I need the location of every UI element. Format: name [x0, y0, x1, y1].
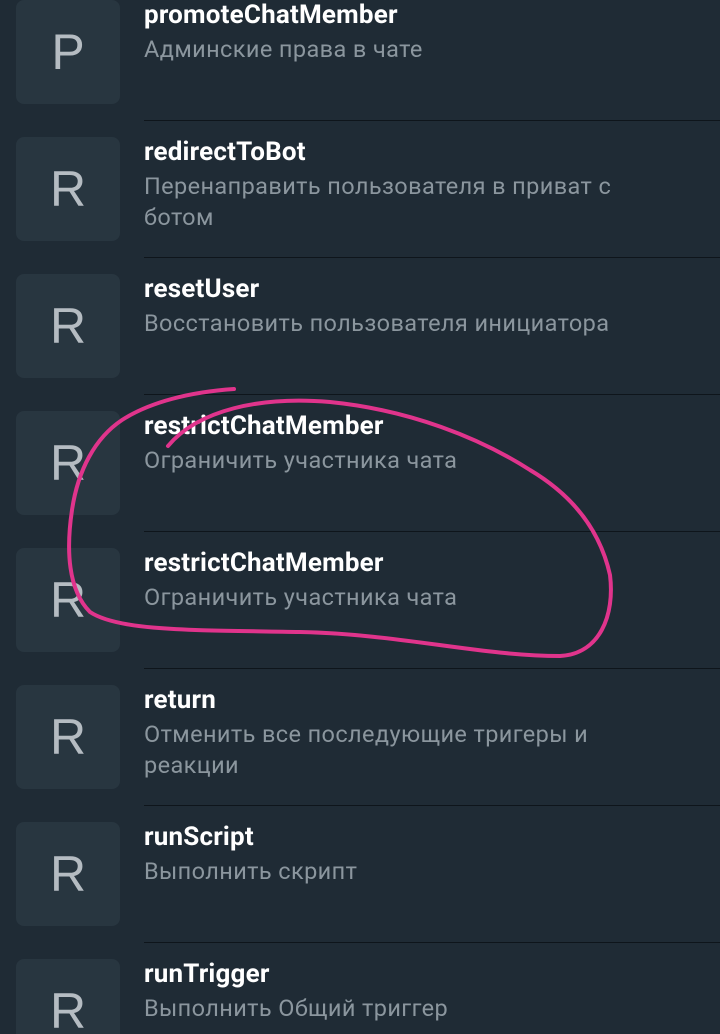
avatar: R	[16, 685, 120, 789]
avatar: R	[16, 548, 120, 652]
item-texts: redirectToBot Перенаправить пользователя…	[144, 135, 680, 233]
item-title: return	[144, 685, 216, 715]
list-item-run-script[interactable]: R runScript Выполнить скрипт	[0, 806, 720, 943]
item-title: restrictChatMember	[144, 411, 384, 441]
item-title: restrictChatMember	[144, 548, 384, 578]
item-texts: promoteChatMember Админские права в чате	[144, 0, 680, 65]
item-texts: restrictChatMember Ограничить участника …	[144, 546, 680, 613]
item-title: resetUser	[144, 274, 260, 304]
command-list: P promoteChatMember Админские права в ча…	[0, 0, 720, 1034]
item-texts: runScript Выполнить скрипт	[144, 820, 680, 887]
list-item-redirect-to-bot[interactable]: R redirectToBot Перенаправить пользовате…	[0, 121, 720, 258]
item-subtitle: Перенаправить пользователя в приват с бо…	[144, 172, 612, 231]
command-list-screen: P promoteChatMember Админские права в ча…	[0, 0, 720, 1034]
item-subtitle: Ограничить участника чата	[144, 583, 458, 611]
list-item-reset-user[interactable]: R resetUser Восстановить пользователя ин…	[0, 258, 720, 395]
item-subtitle: Выполнить Общий триггер	[144, 994, 449, 1022]
avatar-letter: R	[49, 435, 87, 491]
list-item-restrict-chat-member[interactable]: R restrictChatMember Ограничить участник…	[0, 395, 720, 532]
item-subtitle: Восстановить пользователя инициатора	[144, 309, 610, 337]
avatar-letter: R	[49, 298, 87, 354]
avatar-letter: P	[51, 24, 85, 80]
avatar: R	[16, 959, 120, 1034]
avatar: R	[16, 822, 120, 926]
item-subtitle: Ограничить участника чата	[144, 446, 458, 474]
avatar: R	[16, 411, 120, 515]
avatar-letter: R	[49, 572, 87, 628]
item-title: runTrigger	[144, 959, 270, 989]
avatar-letter: R	[49, 983, 87, 1034]
avatar-letter: R	[49, 161, 87, 217]
item-subtitle: Админские права в чате	[144, 35, 423, 63]
item-title: promoteChatMember	[144, 0, 398, 30]
avatar-letter: R	[49, 846, 87, 902]
item-texts: restrictChatMember Ограничить участника …	[144, 409, 680, 476]
list-item-promote-chat-member[interactable]: P promoteChatMember Админские права в ча…	[0, 0, 720, 121]
list-item-return[interactable]: R return Отменить все последующие тригер…	[0, 669, 720, 806]
avatar: R	[16, 137, 120, 241]
avatar: P	[16, 0, 120, 104]
item-title: runScript	[144, 822, 254, 852]
item-texts: resetUser Восстановить пользователя иниц…	[144, 272, 680, 339]
list-item-run-trigger[interactable]: R runTrigger Выполнить Общий триггер	[0, 943, 720, 1034]
avatar-letter: R	[49, 709, 87, 765]
item-title: redirectToBot	[144, 137, 306, 167]
list-item-restrict-chat-member-duplicate[interactable]: R restrictChatMember Ограничить участник…	[0, 532, 720, 669]
item-subtitle: Отменить все последующие тригеры и реакц…	[144, 720, 589, 779]
item-subtitle: Выполнить скрипт	[144, 857, 358, 885]
item-texts: return Отменить все последующие тригеры …	[144, 683, 680, 781]
item-texts: runTrigger Выполнить Общий триггер	[144, 957, 680, 1024]
avatar: R	[16, 274, 120, 378]
